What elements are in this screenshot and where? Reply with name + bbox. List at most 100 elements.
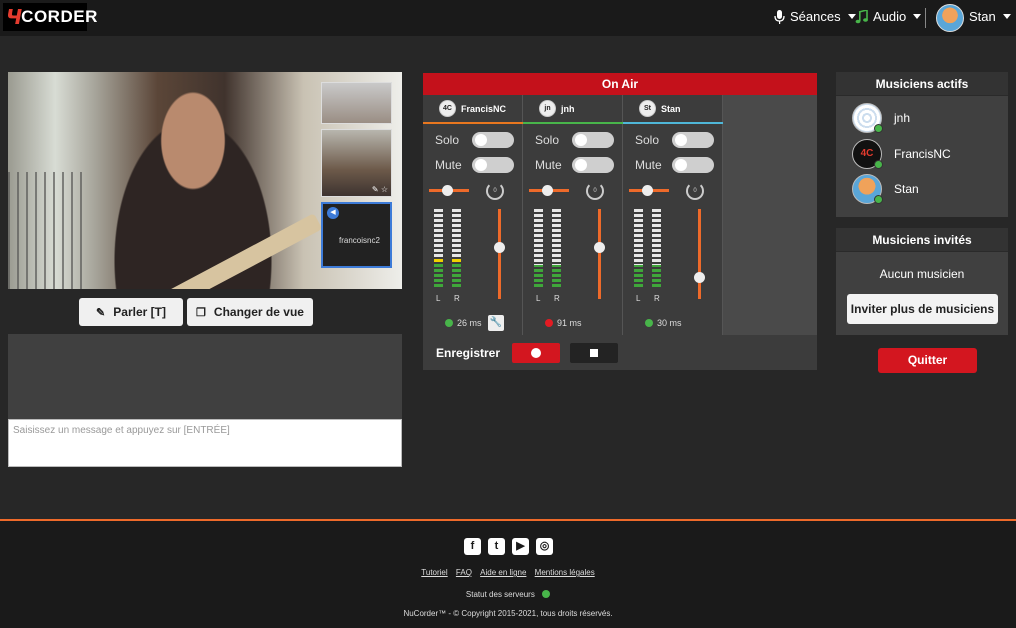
latency-status-icon	[645, 319, 653, 327]
video-stage[interactable]: ✎ ☆ ◀ francoisnc2	[8, 72, 402, 289]
change-view-button[interactable]: ❐ Changer de vue	[187, 298, 313, 326]
video-thumbnail-1[interactable]	[321, 82, 392, 124]
volume-fader-handle[interactable]	[694, 272, 705, 283]
user-menu[interactable]: Stan	[969, 9, 1011, 24]
meter-left-label: L	[536, 294, 541, 303]
musician-name: jnh	[894, 111, 911, 125]
channel-avatar: 4C	[439, 100, 456, 117]
chevron-down-icon	[913, 14, 922, 19]
video-thumbnail-2[interactable]: ✎ ☆	[321, 129, 392, 197]
video-background	[8, 172, 88, 289]
quit-button[interactable]: Quitter	[878, 348, 977, 373]
app-logo[interactable]: Ч CORDER	[3, 3, 97, 31]
channel-header: St Stan	[623, 95, 723, 122]
chat-messages	[8, 334, 402, 419]
pan-slider-handle[interactable]	[642, 185, 653, 196]
mute-toggle[interactable]	[572, 157, 614, 173]
meter-right-label: R	[554, 294, 560, 303]
video-thumbnail-3[interactable]: ◀ francoisnc2	[321, 202, 392, 268]
pan-slider-handle[interactable]	[542, 185, 553, 196]
invite-musicians-button[interactable]: Inviter plus de musiciens	[847, 294, 998, 324]
channel-accent-line	[423, 122, 523, 124]
server-status[interactable]: Statut des serveurs	[0, 590, 1016, 599]
pan-dial[interactable]: 0	[486, 182, 504, 200]
latency-value: 91 ms	[557, 318, 582, 328]
online-status-icon	[874, 160, 883, 169]
level-meter-left	[434, 209, 443, 289]
footer-link-tutorial[interactable]: Tutoriel	[421, 568, 447, 577]
volume-fader[interactable]	[498, 209, 501, 299]
twitter-icon[interactable]: t	[488, 538, 505, 555]
footer-link-faq[interactable]: FAQ	[456, 568, 472, 577]
latency-indicator: 26 ms	[445, 318, 482, 328]
active-musician-item[interactable]: Stan	[852, 174, 919, 204]
channel-avatar: St	[639, 100, 656, 117]
meter-right-label: R	[654, 294, 660, 303]
thumbnail-label: francoisnc2	[339, 236, 380, 245]
solo-toggle[interactable]	[672, 132, 714, 148]
channel-avatar: jn	[539, 100, 556, 117]
mute-label: Mute	[435, 158, 462, 172]
active-musician-item[interactable]: jnh	[852, 103, 910, 133]
top-navbar: Ч CORDER Séances Audio Stan	[0, 0, 1016, 36]
musician-avatar: 4C	[852, 139, 883, 169]
logo-mark: Ч	[6, 5, 22, 29]
active-musicians-panel: Musiciens actifs jnh 4C FrancisNC Stan	[836, 72, 1008, 217]
channel-strip: St Stan Solo Mute 0 L R 30 ms	[623, 95, 723, 335]
volume-fader[interactable]	[698, 209, 701, 299]
meter-right-label: R	[454, 294, 460, 303]
no-musicians-text: Aucun musicien	[879, 267, 965, 281]
pan-dial[interactable]: 0	[586, 182, 604, 200]
meter-left-label: L	[436, 294, 441, 303]
volume-fader-handle[interactable]	[494, 242, 505, 253]
user-avatar[interactable]	[936, 4, 964, 32]
footer-links: Tutoriel FAQ Aide en ligne Mentions léga…	[0, 568, 1016, 577]
microphone-icon	[774, 9, 785, 24]
record-button[interactable]	[512, 343, 560, 363]
channel-name: jnh	[561, 103, 575, 114]
solo-label: Solo	[435, 133, 460, 147]
mixer-panel: 4C FrancisNC Solo Mute 0 L R 26 ms 🔧 jn jnh Solo Mut…	[423, 95, 817, 335]
mute-toggle[interactable]	[672, 157, 714, 173]
talk-button[interactable]: ✎ Parler [T]	[79, 298, 183, 326]
channel-accent-line	[523, 122, 623, 124]
active-musician-item[interactable]: 4C FrancisNC	[852, 139, 951, 169]
thumbnail-actions-icon[interactable]: ✎ ☆	[372, 185, 388, 194]
pan-dial[interactable]: 0	[686, 182, 704, 200]
volume-fader-handle[interactable]	[594, 242, 605, 253]
solo-toggle[interactable]	[472, 132, 514, 148]
channel-header: jn jnh	[523, 95, 623, 122]
meter-left-label: L	[636, 294, 641, 303]
level-meter-right	[652, 209, 661, 289]
instagram-icon[interactable]: ◎	[536, 538, 553, 555]
footer: f t ▶ ◎ Tutoriel FAQ Aide en ligne Menti…	[0, 519, 1016, 628]
windows-icon: ❐	[196, 306, 206, 319]
latency-indicator: 30 ms	[645, 318, 682, 328]
mute-label: Mute	[535, 158, 562, 172]
mute-toggle[interactable]	[472, 157, 514, 173]
chat-input[interactable]	[8, 419, 402, 467]
volume-fader[interactable]	[598, 209, 601, 299]
footer-link-legal[interactable]: Mentions légales	[535, 568, 595, 577]
stop-button[interactable]	[570, 343, 618, 363]
invited-musicians-title: Musiciens invités	[836, 228, 1008, 252]
pan-slider-handle[interactable]	[442, 185, 453, 196]
musician-avatar	[852, 103, 883, 133]
solo-toggle[interactable]	[572, 132, 614, 148]
speaker-indicator-icon: ◀	[327, 207, 339, 219]
youtube-icon[interactable]: ▶	[512, 538, 529, 555]
level-meter-left	[634, 209, 643, 289]
facebook-icon[interactable]: f	[464, 538, 481, 555]
audio-label: Audio	[873, 9, 907, 24]
audio-menu[interactable]: Audio	[855, 9, 922, 24]
settings-wrench-icon[interactable]: 🔧	[488, 315, 504, 331]
latency-status-icon	[445, 319, 453, 327]
change-view-label: Changer de vue	[213, 305, 304, 319]
footer-link-help[interactable]: Aide en ligne	[480, 568, 526, 577]
server-status-dot-icon	[542, 590, 551, 598]
online-status-icon	[874, 124, 883, 133]
chevron-down-icon	[1002, 14, 1011, 19]
mute-label: Mute	[635, 158, 662, 172]
sessions-menu[interactable]: Séances	[774, 9, 856, 24]
level-meter-right	[552, 209, 561, 289]
